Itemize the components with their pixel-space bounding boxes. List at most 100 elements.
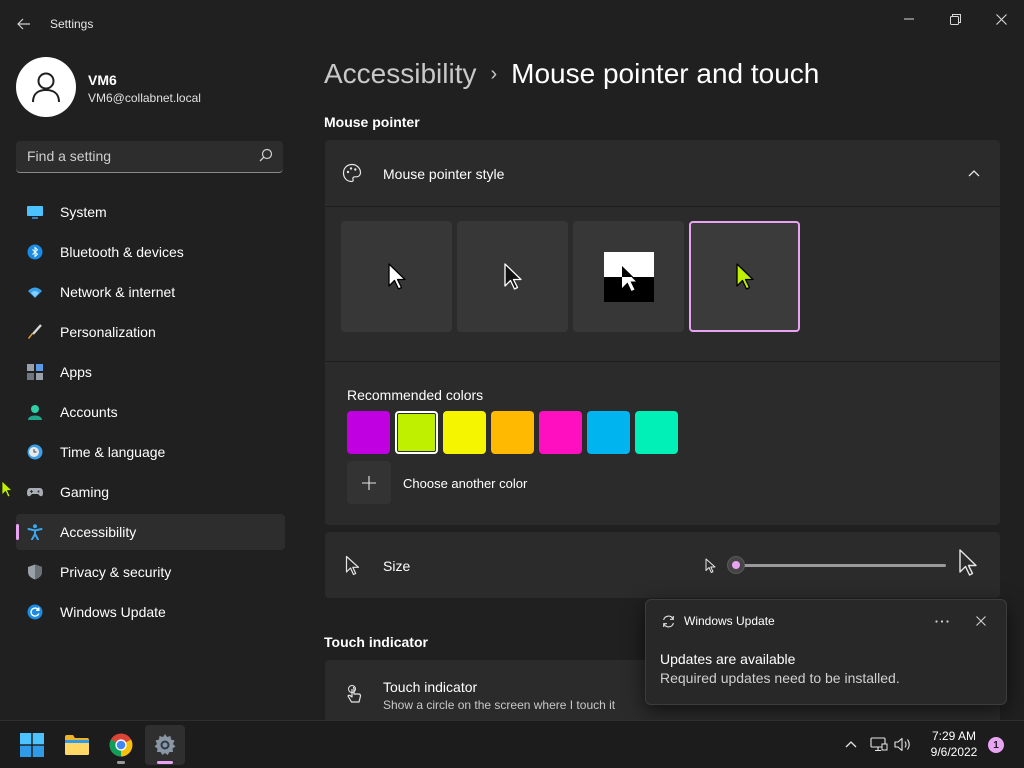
touch-indicator-description: Show a circle on the screen where I touc… (383, 698, 616, 712)
color-swatch[interactable] (347, 411, 390, 454)
choose-another-color-label[interactable]: Choose another color (403, 476, 527, 491)
bluetooth-icon (27, 244, 43, 260)
sidebar-item-gaming[interactable]: Gaming (16, 474, 285, 510)
mouse-cursor-icon (1, 480, 13, 498)
search-input[interactable] (27, 148, 247, 164)
toast-body: Required updates need to be installed. (660, 670, 900, 686)
color-swatch[interactable] (635, 411, 678, 454)
chevron-up-icon[interactable] (968, 169, 980, 177)
minimize-icon (904, 18, 914, 20)
sidebar-item-apps[interactable]: Apps (16, 354, 285, 390)
divider (325, 206, 1000, 207)
taskbar-file-explorer[interactable] (57, 725, 97, 765)
breadcrumb: Accessibility › Mouse pointer and touch (324, 58, 819, 90)
inverted-preview (603, 251, 654, 302)
user-name: VM6 (88, 72, 117, 88)
taskbar-clock[interactable]: 7:29 AM 9/6/2022 (920, 728, 988, 760)
personalization-icon (28, 324, 42, 339)
sidebar-item-bluetooth[interactable]: Bluetooth & devices (16, 234, 285, 270)
sidebar-item-label: Gaming (60, 484, 110, 500)
restore-icon (949, 13, 961, 25)
mouse-pointer-style-header[interactable]: Mouse pointer style (325, 140, 1000, 206)
color-swatch[interactable] (539, 411, 582, 454)
black-pointer-icon (503, 262, 522, 290)
notification-badge[interactable]: 1 (988, 737, 1004, 753)
minimize-button[interactable] (886, 4, 932, 34)
section-heading-mouse-pointer: Mouse pointer (324, 114, 420, 130)
pointer-style-custom[interactable] (689, 221, 800, 332)
plus-icon (362, 475, 376, 490)
palette-icon (342, 163, 362, 183)
avatar[interactable] (16, 57, 76, 117)
volume-icon[interactable] (894, 737, 912, 752)
gaming-icon (27, 488, 43, 497)
pointer-style-inverted[interactable] (573, 221, 684, 332)
accessibility-icon (27, 524, 43, 540)
sidebar-item-label: Accessibility (60, 524, 137, 540)
small-pointer-icon (705, 558, 716, 573)
back-button[interactable] (10, 12, 38, 36)
person-icon (32, 72, 60, 103)
system-icon (27, 206, 43, 219)
network-icon (28, 287, 42, 298)
privacy-shield-icon (28, 564, 42, 580)
sidebar-item-label: Network & internet (60, 284, 176, 300)
chevron-up-icon[interactable] (845, 740, 857, 748)
start-button[interactable] (12, 725, 52, 765)
close-button[interactable] (978, 4, 1024, 34)
pointer-style-white[interactable] (341, 221, 452, 332)
taskbar-settings[interactable] (145, 725, 185, 765)
size-slider-track[interactable] (736, 564, 946, 567)
taskbar-chrome[interactable] (101, 725, 141, 765)
sidebar-item-personalization[interactable]: Personalization (16, 314, 285, 350)
sidebar-item-label: Personalization (60, 324, 156, 340)
sidebar-item-label: Time & language (60, 444, 166, 460)
settings-icon (154, 734, 176, 755)
sidebar-item-privacy-security[interactable]: Privacy & security (16, 554, 285, 590)
sidebar-item-label: Bluetooth & devices (60, 244, 184, 260)
title-bar: Settings (0, 0, 1024, 48)
more-options-icon[interactable] (935, 620, 949, 623)
sidebar-item-time-language[interactable]: Time & language (16, 434, 285, 470)
pointer-size-icon (345, 555, 360, 576)
page-title: Mouse pointer and touch (511, 58, 820, 89)
app-title: Settings (50, 17, 94, 31)
choose-color-button[interactable] (347, 461, 391, 504)
size-slider-thumb[interactable] (727, 556, 745, 574)
selection-indicator (16, 524, 19, 540)
user-email: VM6@collabnet.local (88, 91, 201, 105)
close-icon[interactable] (976, 616, 986, 626)
mouse-pointer-style-label: Mouse pointer style (383, 166, 505, 182)
sidebar-item-label: System (60, 204, 107, 220)
pointer-style-black[interactable] (457, 221, 568, 332)
clock-date: 9/6/2022 (930, 745, 978, 759)
touch-hand-icon (347, 685, 362, 703)
accounts-icon (28, 405, 42, 420)
restore-button[interactable] (932, 4, 978, 34)
toast-title: Updates are available (660, 651, 796, 667)
chrome-icon (109, 733, 133, 757)
color-swatch[interactable] (443, 411, 486, 454)
recommended-colors-label: Recommended colors (347, 387, 484, 403)
breadcrumb-separator: › (490, 63, 498, 85)
time-language-icon (27, 444, 43, 460)
sidebar-item-accessibility[interactable]: Accessibility (16, 514, 285, 550)
network-wired-icon[interactable] (870, 737, 888, 752)
sidebar-item-network[interactable]: Network & internet (16, 274, 285, 310)
sidebar-item-accounts[interactable]: Accounts (16, 394, 285, 430)
start-icon (20, 733, 44, 757)
apps-icon (27, 364, 43, 380)
sidebar-item-system[interactable]: System (16, 194, 285, 230)
color-swatch[interactable] (587, 411, 630, 454)
search-icon[interactable] (259, 148, 273, 165)
color-swatch[interactable] (491, 411, 534, 454)
search-box[interactable] (16, 141, 283, 173)
color-swatch[interactable] (395, 411, 438, 454)
breadcrumb-parent-link[interactable]: Accessibility (324, 58, 476, 89)
custom-color-pointer-icon (735, 262, 754, 290)
sidebar-item-windows-update[interactable]: Windows Update (16, 594, 285, 630)
windows-update-icon (663, 615, 674, 628)
sidebar-item-label: Windows Update (60, 604, 166, 620)
toast-app-name: Windows Update (684, 614, 775, 628)
notification-toast[interactable]: Windows Update Updates are available Req… (645, 599, 1007, 705)
